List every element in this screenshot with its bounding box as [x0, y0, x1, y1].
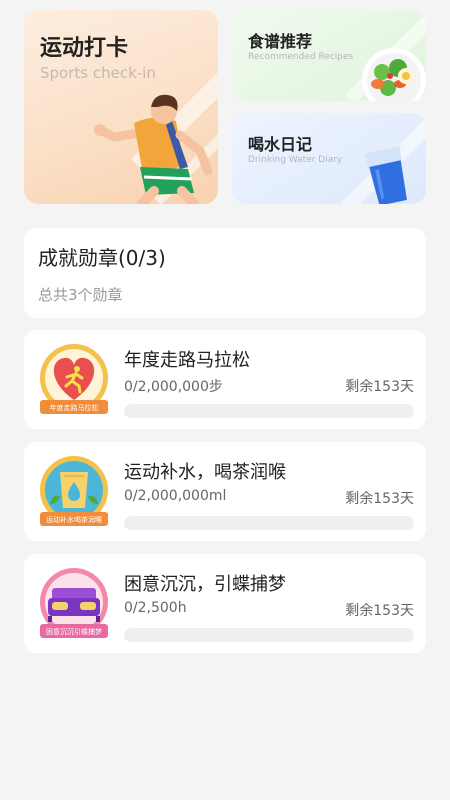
salad-bowl-icon	[362, 48, 426, 101]
achievement-summary: 成就勋章(0/3) 总共3个勋章	[24, 228, 426, 318]
bed-icon: 困意沉沉引蝶捕梦	[40, 568, 108, 638]
badge-progress-text: 0/2,000,000ml	[124, 488, 227, 504]
recipe-card[interactable]: 食谱推荐 Recommended Recipes	[232, 10, 426, 101]
recipe-card-subtitle: Recommended Recipes	[248, 52, 354, 62]
badge-progress-bar	[124, 628, 414, 642]
water-cup-icon	[360, 138, 407, 204]
badge-progress-text: 0/2,000,000步	[124, 379, 223, 395]
badge-progress-bar	[124, 516, 414, 530]
badge-item-sleep[interactable]: 困意沉沉引蝶捕梦 困意沉沉，引蝶捕梦 0/2,500h 剩余153天	[24, 554, 426, 653]
badge-ribbon-text: 运动补水喝茶润喉	[46, 515, 102, 524]
badge-ribbon-text: 困意沉沉引蝶捕梦	[46, 627, 102, 636]
badge-progress-bar	[124, 404, 414, 418]
badge-name: 运动补水，喝茶润喉	[124, 462, 286, 483]
badge-item-hydration[interactable]: 运动补水喝茶润喉 运动补水，喝茶润喉 0/2,000,000ml 剩余153天	[24, 442, 426, 541]
sports-card-title: 运动打卡	[40, 36, 129, 61]
achievement-page: 运动打卡 Sports check-in 食谱推荐 Recommended Re…	[0, 0, 450, 800]
sports-checkin-card[interactable]: 运动打卡 Sports check-in	[24, 10, 218, 204]
badge-ribbon-text: 年度走路马拉松	[50, 403, 99, 412]
runner-illustration-icon	[94, 94, 213, 204]
badge-name: 年度走路马拉松	[124, 350, 250, 371]
badge-remaining-days: 剩余153天	[345, 379, 414, 395]
water-cup-icon: 运动补水喝茶润喉	[40, 456, 108, 526]
badge-remaining-days: 剩余153天	[345, 603, 414, 619]
sports-card-subtitle: Sports check-in	[40, 64, 156, 82]
badge-progress-text: 0/2,500h	[124, 600, 187, 616]
water-diary-card[interactable]: 喝水日记 Drinking Water Diary	[232, 113, 426, 204]
achievement-subtitle: 总共3个勋章	[38, 286, 123, 304]
achievement-title: 成就勋章(0/3)	[38, 246, 166, 270]
running-person-heart-icon: 年度走路马拉松	[40, 344, 108, 414]
badge-name: 困意沉沉，引蝶捕梦	[124, 574, 286, 595]
water-card-title: 喝水日记	[248, 135, 313, 154]
water-card-subtitle: Drinking Water Diary	[248, 155, 343, 165]
badge-remaining-days: 剩余153天	[345, 491, 414, 507]
badge-item-walking-marathon[interactable]: 年度走路马拉松 年度走路马拉松 0/2,000,000步 剩余153天	[24, 330, 426, 429]
recipe-card-title: 食谱推荐	[248, 32, 313, 51]
